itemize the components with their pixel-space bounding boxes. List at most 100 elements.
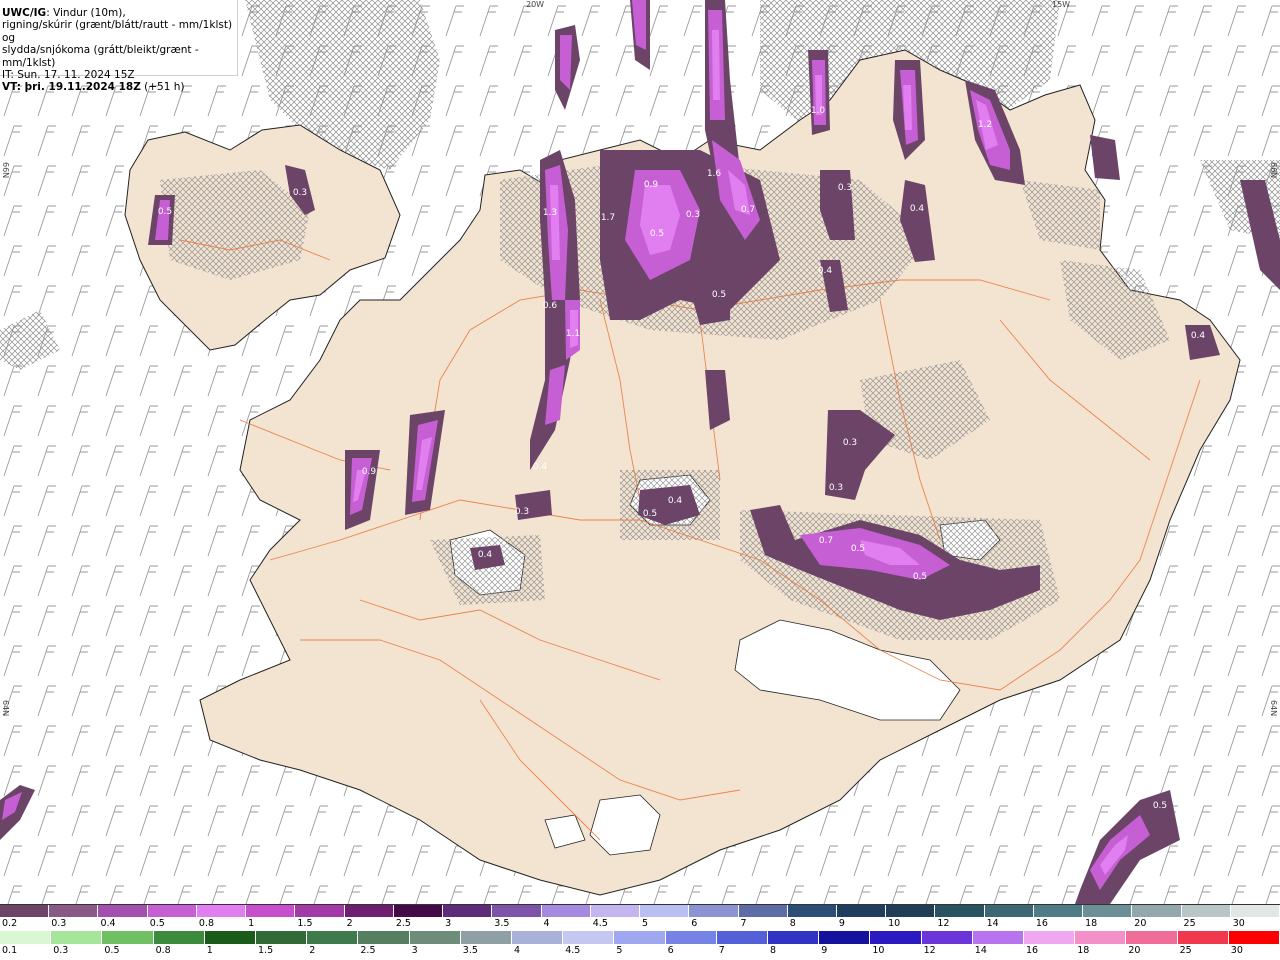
legend-swatch [0, 904, 50, 917]
legend-swatch [1181, 904, 1231, 917]
legend-label: 0.8 [155, 945, 171, 956]
legend-swatch [819, 931, 871, 944]
valid-time: VT: þri. 19.11.2024 18Z [2, 81, 141, 94]
legend-swatch [1126, 931, 1178, 944]
legend-label: 25 [1183, 918, 1196, 929]
legend-label: 18 [1085, 918, 1098, 929]
map-title-box: UWC/IG: Vindur (10m), rigning/skúrir (gr… [0, 0, 238, 93]
legend-label: 1.5 [258, 945, 274, 956]
legend-label: 14 [974, 945, 987, 956]
snow-legend: 0.2 0.3 0.4 0.5 0.8 1 1.5 2 2.5 3 3.5 4 4.5 5 6 7 8 9 10 12… [0, 904, 1280, 932]
legend-swatch [51, 931, 103, 944]
legend-label: 4 [514, 945, 521, 956]
map-label: 1.1 [566, 329, 580, 339]
legend-swatch [921, 931, 973, 944]
legend-label: 16 [1026, 945, 1039, 956]
legend-swatch [1033, 904, 1084, 917]
legend-swatch [307, 931, 359, 944]
legend-swatch [102, 931, 154, 944]
legend-swatch [1132, 904, 1182, 917]
legend-label: 4.5 [592, 918, 608, 929]
legend-label: 0.5 [149, 918, 165, 929]
map-label: 1.0 [811, 106, 826, 116]
legend-swatch [409, 931, 461, 944]
legend-swatch [153, 931, 205, 944]
map-label: 0.4 [533, 462, 548, 472]
map-label: 0.4 [1191, 331, 1206, 341]
legend-swatch [640, 904, 690, 917]
legend-swatch [0, 931, 52, 944]
map-label: 0.5 [1153, 801, 1167, 811]
map-label: 0.4 [910, 204, 925, 214]
map-label: 0.9 [644, 180, 659, 190]
map-label: 0.3 [843, 438, 857, 448]
map-label: 0.4 [478, 550, 493, 560]
legend-label: 0.8 [198, 918, 215, 929]
legend-label: 18 [1077, 945, 1090, 956]
legend-label: 9 [821, 945, 828, 956]
legend-label: 14 [986, 918, 999, 929]
legend-label: 12 [937, 918, 950, 929]
legend-swatch [492, 904, 542, 917]
legend-label: 30 [1230, 945, 1243, 956]
legend-swatch [541, 904, 591, 917]
snow-legend-labels: 0.2 0.3 0.4 0.5 0.8 1 1.5 2 2.5 3 3.5 4 4.5 5 6 7 8 9 10 12… [0, 917, 1280, 931]
legend-label: 5 [616, 945, 623, 956]
legend-label: 4.5 [565, 945, 581, 956]
legend-swatch [443, 904, 493, 917]
legend-swatch [768, 931, 820, 944]
lat-label-right-64n: 64N [1269, 700, 1278, 716]
legend-swatch [935, 904, 985, 917]
legend-label: 30 [1232, 918, 1245, 929]
legend-label: 12 [923, 945, 936, 956]
legend-swatch [614, 931, 666, 944]
map-label: 1.2 [978, 120, 992, 130]
legend-swatch [716, 931, 769, 944]
legend-label: 4 [543, 918, 550, 929]
lat-label-left-66n: 66N [1, 162, 10, 178]
legend-label: 8 [770, 945, 777, 956]
map-label: 0.3 [686, 210, 700, 220]
legend-swatch [590, 904, 641, 917]
legend-swatch [836, 904, 887, 917]
legend-label: 0.4 [100, 918, 116, 929]
map-label: 1.6 [707, 169, 722, 179]
legend-swatch [98, 904, 148, 917]
map-label: 0.3 [838, 183, 852, 193]
legend-swatch [1228, 931, 1280, 944]
legend-swatch [738, 904, 788, 917]
map-label: 0.6 [543, 301, 558, 311]
legend-swatch [147, 904, 197, 917]
map-label: 1.3 [543, 208, 557, 218]
lead-time: (+51 h) [140, 81, 185, 94]
lon-label-15w: 15W [1052, 0, 1070, 9]
rain-legend-swatches [0, 931, 1280, 944]
legend-label: 1 [206, 945, 213, 956]
legend-label: 7 [718, 945, 725, 956]
legend-swatch [972, 931, 1025, 944]
legend-swatch [984, 904, 1034, 917]
legend-label: 3.5 [462, 945, 478, 956]
legend-label: 0.1 [2, 945, 18, 956]
map-label: 0.5 [643, 509, 657, 519]
model-name: UWC/IG [2, 7, 47, 19]
legend-swatch [358, 931, 410, 944]
rain-legend: 0.1 0.3 0.5 0.8 1 1.5 2 2.5 3 3.5 4 4.5 5 6 7 8 9 10 12 14 1… [0, 931, 1280, 959]
legend-label: 9 [838, 918, 845, 929]
legend-swatch [393, 904, 444, 917]
legend-label: 0.5 [104, 945, 120, 956]
map-label: 0.5 [158, 207, 172, 217]
legend-swatch [49, 904, 99, 917]
legend-swatch [1083, 904, 1133, 917]
legend-swatch [1230, 904, 1280, 917]
weather-map: 1.0 1.2 1.3 1.7 0.5 0.3 0.9 0.6 1.1 1.6 … [0, 0, 1280, 904]
rain-legend-labels: 0.1 0.3 0.5 0.8 1 1.5 2 2.5 3 3.5 4 4.5 5 6 7 8 9 10 12 14 1… [0, 944, 1280, 958]
legend-label: 20 [1128, 945, 1141, 956]
legend-label: 8 [789, 918, 796, 929]
legend-swatch [460, 931, 513, 944]
legend-swatch [1177, 931, 1229, 944]
legend-swatch [196, 904, 247, 917]
legend-swatch [256, 931, 308, 944]
legend-swatch [689, 904, 739, 917]
legend-label: 2 [309, 945, 316, 956]
